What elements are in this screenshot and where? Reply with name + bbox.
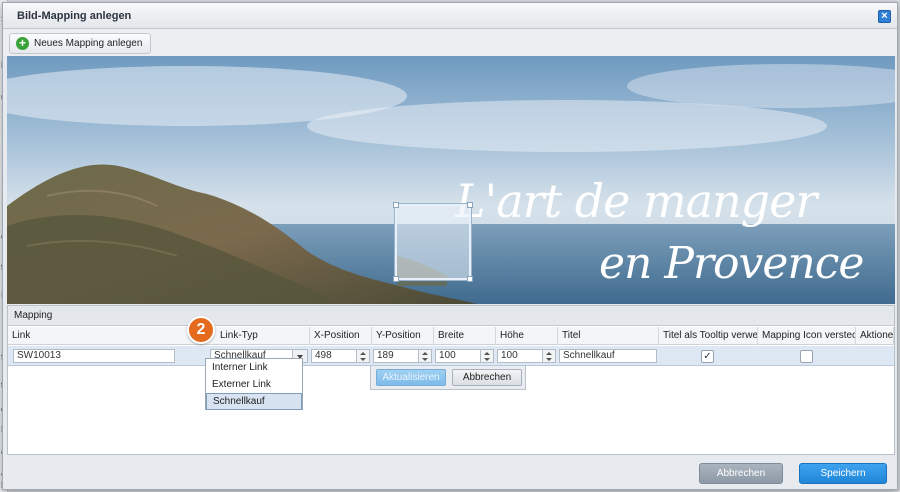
column-header-actions[interactable]: Aktionen bbox=[856, 327, 894, 345]
cancel-button[interactable]: Abbrechen bbox=[699, 463, 783, 484]
x-position-stepper[interactable] bbox=[357, 349, 370, 363]
mapping-area-handle[interactable] bbox=[393, 202, 473, 282]
dialog-title: Bild-Mapping anlegen bbox=[17, 10, 132, 22]
y-position-field[interactable]: 189 bbox=[373, 349, 419, 363]
resize-handle[interactable] bbox=[467, 202, 473, 208]
column-header-link-type[interactable]: Link-Typ bbox=[206, 327, 310, 345]
column-header-tooltip[interactable]: Titel als Tooltip verwenden bbox=[659, 327, 758, 345]
dialog-titlebar: Bild-Mapping anlegen × bbox=[3, 3, 897, 29]
image-mapping-dialog: Bild-Mapping anlegen × + Neues Mapping a… bbox=[2, 2, 898, 490]
resize-handle[interactable] bbox=[467, 276, 473, 282]
y-position-stepper[interactable] bbox=[419, 349, 432, 363]
step-badge: 2 bbox=[187, 316, 215, 344]
plus-circle-icon: + bbox=[16, 37, 29, 50]
column-header-link[interactable]: Link bbox=[8, 327, 206, 345]
column-header-height[interactable]: Höhe bbox=[496, 327, 558, 345]
height-stepper[interactable] bbox=[543, 349, 556, 363]
width-field[interactable]: 100 bbox=[435, 349, 481, 363]
width-stepper[interactable] bbox=[481, 349, 494, 363]
resize-handle[interactable] bbox=[393, 276, 399, 282]
close-button[interactable]: × bbox=[878, 10, 891, 23]
new-mapping-label: Neues Mapping anlegen bbox=[34, 38, 143, 49]
banner-headline-line1: L'art de manger bbox=[455, 174, 817, 228]
update-row-button[interactable]: Aktualisieren bbox=[376, 369, 446, 386]
table-row[interactable]: SW10013 Schnellkauf 498 189 100 100 Schn… bbox=[8, 346, 894, 366]
resize-handle[interactable] bbox=[393, 202, 399, 208]
option-quick-buy[interactable]: Schnellkauf bbox=[206, 393, 302, 410]
grid-title: Mapping bbox=[8, 306, 894, 326]
column-header-y-position[interactable]: Y-Position bbox=[372, 327, 434, 345]
option-external-link[interactable]: Externer Link bbox=[206, 376, 302, 393]
banner-image[interactable]: L'art de manger en Provence bbox=[7, 56, 895, 304]
column-header-hide-icon[interactable]: Mapping Icon verstecken bbox=[758, 327, 856, 345]
save-button[interactable]: Speichern bbox=[799, 463, 887, 484]
grid-header: Link Link-Typ X-Position Y-Position Brei… bbox=[8, 327, 894, 345]
link-field[interactable]: SW10013 bbox=[13, 349, 175, 363]
row-editor-bar: Aktualisieren Abbrechen bbox=[370, 366, 526, 390]
column-header-title[interactable]: Titel bbox=[558, 327, 659, 345]
option-internal-link[interactable]: Interner Link bbox=[206, 359, 302, 376]
banner-headline-line2: en Provence bbox=[599, 238, 864, 289]
hide-icon-checkbox[interactable] bbox=[800, 350, 813, 363]
dialog-toolbar: + Neues Mapping anlegen bbox=[3, 30, 897, 56]
dialog-footer: Abbrechen Speichern bbox=[3, 455, 897, 489]
height-field[interactable]: 100 bbox=[497, 349, 543, 363]
column-header-x-position[interactable]: X-Position bbox=[310, 327, 372, 345]
title-field[interactable]: Schnellkauf bbox=[559, 349, 657, 363]
close-icon: × bbox=[881, 10, 888, 22]
tooltip-checkbox[interactable]: ✓ bbox=[701, 350, 714, 363]
column-header-width[interactable]: Breite bbox=[434, 327, 496, 345]
x-position-field[interactable]: 498 bbox=[311, 349, 357, 363]
link-type-options: Interner Link Externer Link Schnellkauf bbox=[205, 358, 303, 410]
cancel-row-button[interactable]: Abbrechen bbox=[452, 369, 522, 386]
new-mapping-button[interactable]: + Neues Mapping anlegen bbox=[9, 33, 152, 54]
